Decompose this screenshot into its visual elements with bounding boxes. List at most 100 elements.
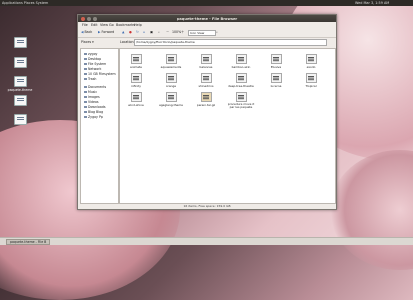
file-item[interactable]: pereni.tar.gz — [191, 92, 221, 107]
folder-icon — [13, 76, 27, 87]
file-browser-window: paquete-theme - File Browser File Edit V… — [77, 14, 337, 210]
text-file-icon — [130, 54, 142, 64]
file-icon-view: animate aquaelements balances bamboo-ski… — [119, 48, 336, 204]
search-icon[interactable]: ⌕ — [158, 29, 160, 35]
drive-icon — [84, 62, 87, 66]
sidebar-item-documents[interactable]: Documents — [84, 85, 106, 89]
window-title: paquete-theme - File Browser — [176, 16, 238, 21]
menu-go[interactable]: Go — [109, 23, 114, 27]
sidebar-item-trash[interactable]: Trash — [84, 77, 96, 81]
sidebar-item-desktop[interactable]: Desktop — [84, 57, 101, 61]
sidebar-item-bookmark-1[interactable]: Blog Blog — [84, 110, 103, 114]
status-bar: 16 items, Free space: 159.0 GB — [183, 204, 231, 208]
desktop-icon[interactable] — [5, 114, 35, 126]
text-file-icon — [165, 73, 177, 83]
text-file-icon — [200, 73, 212, 83]
file-item[interactable]: bamboo-skin — [226, 54, 256, 69]
places-sidebar: zygoy Desktop File System Network 10 GB … — [80, 48, 119, 204]
location-label: Location: — [120, 40, 135, 44]
folder-icon — [84, 90, 87, 94]
taskbar-item[interactable]: paquete-theme - File B — [6, 239, 51, 245]
menu-view[interactable]: View — [100, 23, 108, 27]
folder-icon — [84, 100, 87, 104]
text-file-icon — [130, 73, 142, 83]
archive-icon — [200, 92, 212, 102]
text-file-icon — [270, 73, 282, 83]
location-bar: Places ▾ Location: /home/zygoy/Escritori… — [78, 38, 336, 46]
file-item[interactable]: Tropical — [296, 73, 326, 88]
desktop-icon[interactable] — [5, 57, 35, 69]
text-file-icon — [200, 54, 212, 64]
top-panel-menu[interactable]: Applications Places System — [2, 1, 48, 5]
sidebar-item-network[interactable]: Network — [84, 67, 101, 71]
desktop-icon[interactable] — [5, 37, 35, 49]
folder-icon — [84, 115, 87, 119]
folder-icon — [84, 85, 87, 89]
back-button[interactable]: ◀ Back — [81, 29, 92, 35]
menu-edit[interactable]: Edit — [91, 23, 98, 27]
document-icon — [13, 37, 27, 48]
file-item[interactable]: deep-tree-theatre — [226, 73, 256, 88]
sidebar-item-music[interactable]: Music — [84, 90, 97, 94]
file-item[interactable]: lucerna — [261, 73, 291, 88]
document-icon — [13, 95, 27, 106]
text-file-icon — [130, 92, 142, 102]
menu-file[interactable]: File — [82, 23, 88, 27]
sidebar-item-volume[interactable]: 10 GB Filesystem — [84, 72, 116, 76]
menu-bookmarks[interactable]: Bookmarks — [116, 23, 135, 27]
forward-button[interactable]: ▶ Forward — [98, 29, 114, 35]
folder-icon — [84, 105, 87, 109]
sidebar-item-filesystem[interactable]: File System — [84, 62, 106, 66]
folder-icon — [84, 57, 87, 61]
file-item[interactable]: balances — [191, 54, 221, 69]
sidebar-item-videos[interactable]: Videos — [84, 100, 99, 104]
text-file-icon — [165, 54, 177, 64]
zoom-out-icon[interactable]: － — [166, 29, 169, 35]
menu-help[interactable]: Help — [134, 23, 142, 27]
text-file-icon — [165, 92, 177, 102]
search-icon[interactable]: ⌕ — [216, 29, 218, 35]
text-file-icon — [270, 54, 282, 64]
sidebar-item-home[interactable]: zygoy — [84, 52, 97, 56]
sidebar-item-downloads[interactable]: Downloads — [84, 105, 106, 109]
sidebar-item-images[interactable]: Images — [84, 95, 100, 99]
document-icon — [13, 57, 27, 68]
network-icon — [84, 67, 87, 71]
text-file-icon — [305, 73, 317, 83]
file-item[interactable]: exodo — [296, 54, 326, 69]
file-item[interactable]: aquaelements — [156, 54, 186, 69]
sidebar-item-bookmark-2[interactable]: Zygoy Pp — [84, 115, 103, 119]
drive-icon — [84, 72, 87, 76]
sidebar-header[interactable]: Places ▾ — [81, 40, 94, 44]
text-file-icon — [235, 73, 247, 83]
file-item[interactable]: orange — [156, 73, 186, 88]
zoom-in-icon[interactable]: ＋ — [181, 29, 184, 35]
up-arrow-icon[interactable]: ▲ — [122, 29, 124, 35]
text-file-icon — [235, 54, 247, 64]
toolbar: ◀ Back ▶ Forward ▲ ● ↻ ⌂ ▣ ⌕ － 100% ＋ Ic… — [78, 28, 336, 38]
desktop-icon[interactable]: paquete-theme — [5, 76, 35, 92]
reload-icon[interactable]: ↻ — [136, 29, 139, 35]
folder-icon — [84, 110, 87, 114]
file-item[interactable]: animate — [121, 54, 151, 69]
home-icon[interactable]: ⌂ — [143, 29, 145, 35]
document-icon — [13, 114, 27, 125]
view-mode-select[interactable]: Icon View — [188, 30, 216, 36]
file-item[interactable]: infinity — [121, 73, 151, 88]
top-panel: Applications Places System Wed Mar 3, 1:… — [0, 0, 413, 6]
stop-icon[interactable]: ● — [129, 29, 132, 35]
folder-icon — [84, 95, 87, 99]
location-field[interactable]: /home/zygoy/Escritorio/paquete-theme — [134, 39, 327, 46]
folder-icon — [84, 52, 87, 56]
file-item[interactable]: procedure move it par les paquete — [226, 92, 256, 109]
trash-icon — [84, 77, 87, 81]
desktop-icon[interactable] — [5, 95, 35, 107]
top-panel-clock[interactable]: Wed Mar 3, 1:59 AM — [355, 1, 389, 5]
computer-icon[interactable]: ▣ — [150, 29, 153, 35]
zoom-level: 100% — [172, 30, 182, 34]
file-item[interactable]: shinedrins — [191, 73, 221, 88]
file-item[interactable]: wind-shine — [121, 92, 151, 107]
title-bar[interactable]: paquete-theme - File Browser — [78, 15, 336, 22]
file-item[interactable]: egeglang-theme — [156, 92, 186, 107]
file-item[interactable]: Elusive — [261, 54, 291, 69]
